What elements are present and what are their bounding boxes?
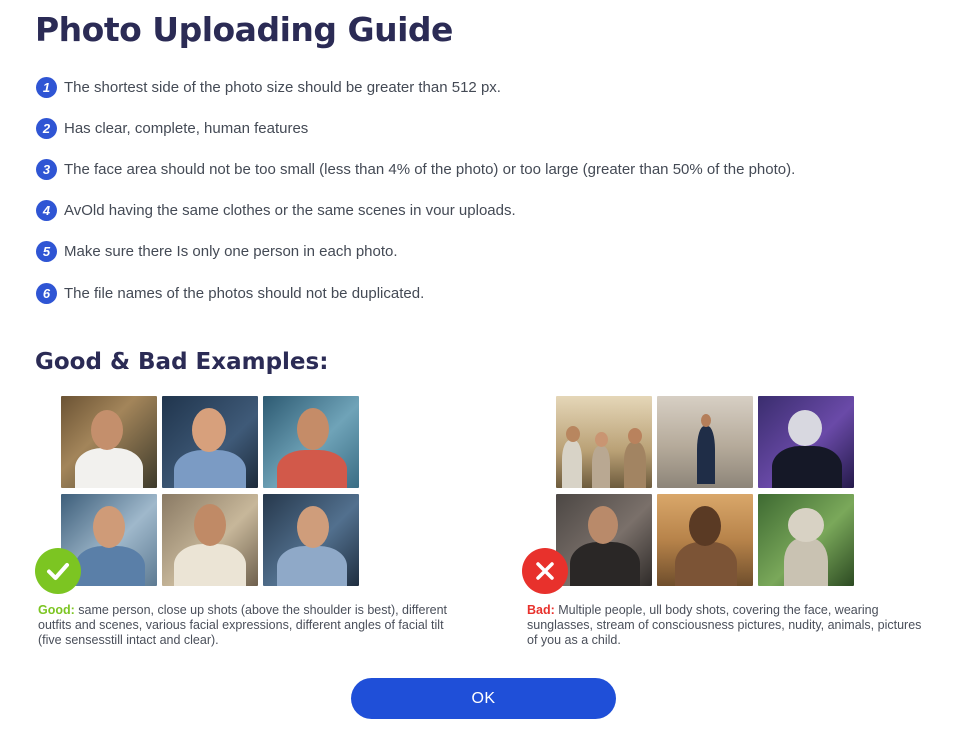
good-example-photo xyxy=(263,494,359,586)
number-badge: 4 xyxy=(36,199,57,221)
bad-caption: Bad: Multiple people, ull body shots, co… xyxy=(527,603,922,648)
x-icon xyxy=(536,562,554,580)
rule-text: The file names of the photos should not … xyxy=(64,284,425,302)
bad-example-photo xyxy=(556,494,652,586)
rule-item: 4 AvOld having the same clothes or the s… xyxy=(36,199,516,221)
good-caption: Good: same person, close up shots (above… xyxy=(38,603,458,648)
rule-text: The face area should not be too small (l… xyxy=(64,160,796,178)
rule-item: 5 Make sure there Is only one person in … xyxy=(36,240,398,262)
bad-example-photo xyxy=(657,494,753,586)
rule-item: 2 Has clear, complete, human features xyxy=(36,117,308,139)
ok-button[interactable]: OK xyxy=(351,678,616,719)
rule-text: Make sure there Is only one person in ea… xyxy=(64,242,398,260)
rule-item: 6 The file names of the photos should no… xyxy=(36,282,424,304)
good-label: Good: xyxy=(38,603,75,617)
bad-example-photo xyxy=(657,396,753,488)
good-examples-grid xyxy=(61,396,359,586)
bad-description: Multiple people, ull body shots, coverin… xyxy=(527,603,922,647)
bad-badge xyxy=(522,548,568,594)
bad-example-photo xyxy=(758,494,854,586)
good-description: same person, close up shots (above the s… xyxy=(38,603,447,647)
rule-text: The shortest side of the photo size shou… xyxy=(64,78,501,96)
number-badge: 3 xyxy=(36,158,57,180)
bad-label: Bad: xyxy=(527,603,555,617)
bad-examples-grid xyxy=(556,396,854,586)
rule-text: Has clear, complete, human features xyxy=(64,119,309,137)
number-badge: 1 xyxy=(36,76,57,98)
rule-item: 1 The shortest side of the photo size sh… xyxy=(36,76,501,98)
good-badge xyxy=(35,548,81,594)
examples-heading: Good & Bad Examples: xyxy=(35,349,329,375)
rule-item: 3 The face area should not be too small … xyxy=(36,158,795,180)
number-badge: 6 xyxy=(36,282,57,304)
rule-text: AvOld having the same clothes or the sam… xyxy=(64,201,516,219)
bad-example-photo xyxy=(556,396,652,488)
number-badge: 5 xyxy=(36,240,57,262)
number-badge: 2 xyxy=(36,117,57,139)
page-title: Photo Uploading Guide xyxy=(35,10,453,49)
check-icon xyxy=(47,563,69,580)
bad-example-photo xyxy=(758,396,854,488)
good-example-photo xyxy=(162,396,258,488)
good-example-photo xyxy=(61,396,157,488)
good-example-photo xyxy=(263,396,359,488)
good-example-photo xyxy=(162,494,258,586)
